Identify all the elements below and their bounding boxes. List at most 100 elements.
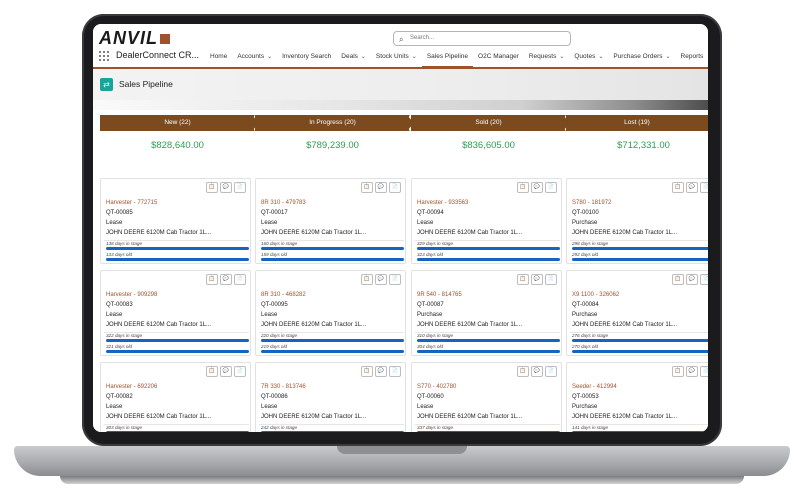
- deal-card[interactable]: 📋 💬 📄 Harvester - 772715 QT-00085 Lease JOHN D…: [100, 178, 251, 264]
- nav-item-inventory-search[interactable]: Inventory Search: [277, 48, 336, 68]
- stage-header-4[interactable]: Lost (19): [566, 115, 708, 131]
- chevron-down-icon[interactable]: ⌄: [559, 54, 564, 60]
- deal-card[interactable]: 📋 💬 📄 Harvester - 933563 QT-00094 Lease JOHN D…: [411, 178, 562, 264]
- deal-title-link[interactable]: S770 - 402780: [417, 384, 456, 390]
- quote-number: QT-00084: [572, 302, 599, 308]
- document-icon[interactable]: 📄: [389, 274, 401, 285]
- deal-title-link[interactable]: 9R 540 - 814765: [417, 292, 462, 298]
- equipment-model: JOHN DEERE 6120M Cab Tractor 1L...: [417, 414, 523, 420]
- pipeline-icon: ⇄: [100, 78, 113, 91]
- deal-card[interactable]: 📋 💬 📄 Harvester - 909298 QT-00083 Lease JOHN D…: [100, 270, 251, 356]
- search-input[interactable]: ⌕ Search...: [393, 31, 571, 46]
- document-icon[interactable]: 📄: [234, 274, 246, 285]
- nav-item-stock-units[interactable]: Stock Units ⌄: [371, 48, 422, 68]
- clipboard-icon[interactable]: 📋: [517, 182, 529, 193]
- deal-card[interactable]: 📋 💬 📄 Harvester - 692206 QT-00082 Lease JOHN D…: [100, 362, 251, 432]
- deal-title-link[interactable]: 8R 310 - 468282: [261, 292, 306, 298]
- clipboard-icon[interactable]: 📋: [672, 274, 684, 285]
- deal-title-link[interactable]: Seeder - 412994: [572, 384, 617, 390]
- app-launcher-icon[interactable]: [99, 51, 109, 61]
- deal-title-link[interactable]: X9 1100 - 326062: [572, 292, 619, 298]
- chevron-down-icon[interactable]: ⌄: [666, 54, 671, 60]
- clipboard-icon[interactable]: 📋: [206, 274, 218, 285]
- search-placeholder: Search...: [410, 35, 435, 41]
- deal-title-link[interactable]: 7R 330 - 813746: [261, 384, 306, 390]
- days-in-stage-label: 337 days in stage: [417, 425, 454, 430]
- nav-item-requests[interactable]: Requests ⌄: [524, 48, 570, 68]
- deal-title-link[interactable]: Harvester - 692206: [106, 384, 157, 390]
- deal-card[interactable]: 📋 💬 📄 Seeder - 412994 QT-00053 Purchase JOHN D…: [566, 362, 708, 432]
- chat-icon[interactable]: 💬: [686, 182, 698, 193]
- deal-title-link[interactable]: Harvester - 772715: [106, 200, 157, 206]
- chat-icon[interactable]: 💬: [686, 366, 698, 377]
- document-icon[interactable]: 📄: [545, 182, 557, 193]
- deal-card[interactable]: 📋 💬 📄 9R 540 - 814765 QT-00087 Purchase JOHN D…: [411, 270, 562, 356]
- stage-header-2[interactable]: In Progress (20): [255, 115, 410, 131]
- deal-title-link[interactable]: Harvester - 909298: [106, 292, 157, 298]
- quote-number: QT-00085: [106, 210, 133, 216]
- document-icon[interactable]: 📄: [234, 366, 246, 377]
- deal-card[interactable]: 📋 💬 📄 S770 - 402780 QT-00060 Lease JOHN DEERE …: [411, 362, 562, 432]
- card-actions: 📋 💬 📄: [361, 274, 401, 285]
- nav-item-o2c-manager[interactable]: O2C Manager: [473, 48, 524, 68]
- deal-card[interactable]: 📋 💬 📄 7R 330 - 813746 QT-00086 Lease JOHN DEER…: [255, 362, 406, 432]
- deal-title-link[interactable]: Harvester - 933563: [417, 200, 468, 206]
- nav-item-accounts[interactable]: Accounts ⌄: [232, 48, 277, 68]
- laptop-notch: [337, 446, 467, 454]
- document-icon[interactable]: 📄: [700, 182, 708, 193]
- document-icon[interactable]: 📄: [545, 274, 557, 285]
- chat-icon[interactable]: 💬: [220, 366, 232, 377]
- clipboard-icon[interactable]: 📋: [517, 366, 529, 377]
- pipeline-board: New (22) In Progress (20) Sold (20) Lost (1…: [93, 110, 708, 432]
- document-icon[interactable]: 📄: [700, 274, 708, 285]
- days-old-label: 321 days old: [106, 344, 133, 349]
- clipboard-icon[interactable]: 📋: [672, 366, 684, 377]
- clipboard-icon[interactable]: 📋: [672, 182, 684, 193]
- nav-item-sales-pipeline[interactable]: Sales Pipeline: [421, 48, 474, 68]
- logo[interactable]: ANVIL: [99, 28, 170, 49]
- chat-icon[interactable]: 💬: [531, 366, 543, 377]
- clipboard-icon[interactable]: 📋: [206, 182, 218, 193]
- chevron-down-icon[interactable]: ⌄: [412, 54, 417, 60]
- deal-card[interactable]: 📋 💬 📄 8R 310 - 468282 QT-00095 Lease JOHN DEER…: [255, 270, 406, 356]
- chevron-down-icon[interactable]: ⌄: [361, 54, 366, 60]
- chat-icon[interactable]: 💬: [531, 182, 543, 193]
- quote-number: QT-00083: [106, 302, 133, 308]
- clipboard-icon[interactable]: 📋: [517, 274, 529, 285]
- chevron-down-icon[interactable]: ⌄: [267, 54, 272, 60]
- chat-icon[interactable]: 💬: [686, 274, 698, 285]
- document-icon[interactable]: 📄: [389, 366, 401, 377]
- chat-icon[interactable]: 💬: [375, 366, 387, 377]
- clipboard-icon[interactable]: 📋: [361, 274, 373, 285]
- deal-card[interactable]: 📋 💬 📄 8R 310 - 479783 QT-00017 Lease JOHN DEER…: [255, 178, 406, 264]
- deal-title-link[interactable]: 8R 310 - 479783: [261, 200, 306, 206]
- nav-item-purchase-orders[interactable]: Purchase Orders ⌄: [608, 48, 675, 68]
- quote-number: QT-00053: [572, 394, 599, 400]
- stage-header-3[interactable]: Sold (20): [411, 115, 566, 131]
- app-name: DealerConnect CR...: [116, 50, 200, 60]
- clipboard-icon[interactable]: 📋: [361, 182, 373, 193]
- chat-icon[interactable]: 💬: [375, 182, 387, 193]
- stage-header-1[interactable]: New (22): [100, 115, 255, 131]
- nav-item-deals[interactable]: Deals ⌄: [336, 48, 371, 68]
- chevron-down-icon[interactable]: ⌄: [598, 54, 603, 60]
- chat-icon[interactable]: 💬: [375, 274, 387, 285]
- quote-number: QT-00094: [417, 210, 444, 216]
- deal-type: Lease: [417, 404, 434, 410]
- nav-item-label: Deals: [341, 53, 358, 60]
- document-icon[interactable]: 📄: [234, 182, 246, 193]
- clipboard-icon[interactable]: 📋: [206, 366, 218, 377]
- deal-card[interactable]: 📋 💬 📄 S780 - 181972 QT-00100 Purchase JOHN DEE…: [566, 178, 708, 264]
- document-icon[interactable]: 📄: [700, 366, 708, 377]
- clipboard-icon[interactable]: 📋: [361, 366, 373, 377]
- document-icon[interactable]: 📄: [545, 366, 557, 377]
- document-icon[interactable]: 📄: [389, 182, 401, 193]
- nav-item-reports[interactable]: Reports: [676, 48, 708, 68]
- chat-icon[interactable]: 💬: [220, 274, 232, 285]
- nav-item-quotes[interactable]: Quotes ⌄: [569, 48, 608, 68]
- chat-icon[interactable]: 💬: [531, 274, 543, 285]
- chat-icon[interactable]: 💬: [220, 182, 232, 193]
- deal-card[interactable]: 📋 💬 📄 X9 1100 - 326062 QT-00084 Purchase JOHN …: [566, 270, 708, 356]
- nav-item-home[interactable]: Home: [205, 48, 232, 68]
- deal-title-link[interactable]: S780 - 181972: [572, 200, 611, 206]
